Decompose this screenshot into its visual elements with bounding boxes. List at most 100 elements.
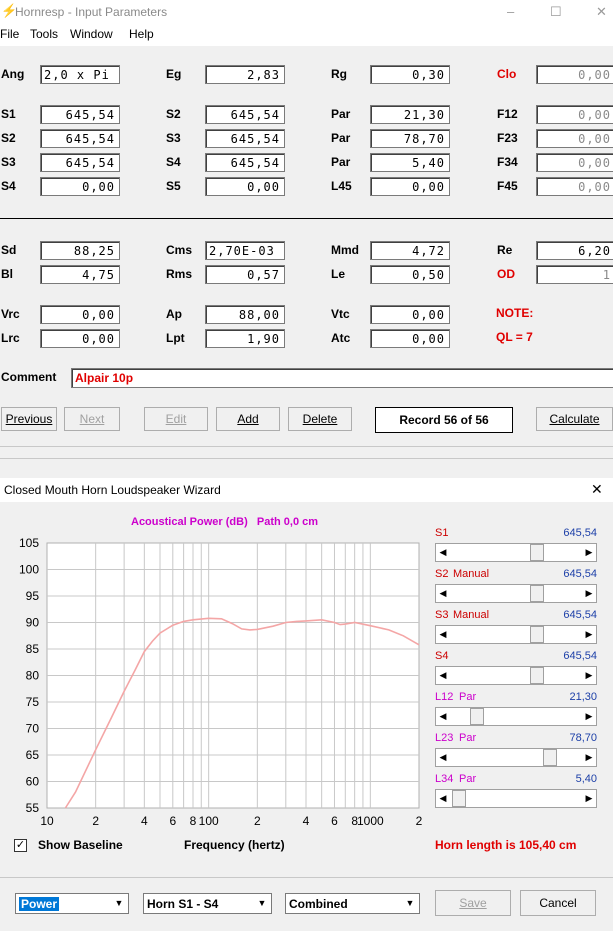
horn-select[interactable]: Horn S1 - S4 ▼ bbox=[143, 893, 272, 914]
y-tick-label: 65 bbox=[26, 748, 40, 762]
mode-select-value: Combined bbox=[289, 897, 348, 911]
param-field-s3b[interactable]: 645,54 bbox=[40, 153, 120, 172]
slider-thumb[interactable] bbox=[530, 544, 544, 561]
param-field-cms[interactable]: 2,70E-03 bbox=[205, 241, 285, 260]
param-field-f45[interactable]: 0,00 bbox=[536, 177, 613, 196]
slider-s1[interactable]: ◀ ▶ bbox=[435, 543, 597, 562]
arrow-left-icon[interactable]: ◀ bbox=[436, 667, 450, 684]
param-field-s5[interactable]: 0,00 bbox=[205, 177, 285, 196]
arrow-right-icon[interactable]: ▶ bbox=[582, 749, 596, 766]
mode-select[interactable]: Combined ▼ bbox=[285, 893, 420, 914]
arrow-left-icon[interactable]: ◀ bbox=[436, 708, 450, 725]
arrow-left-icon[interactable]: ◀ bbox=[436, 626, 450, 643]
slider-s3[interactable]: ◀ ▶ bbox=[435, 625, 597, 644]
delete-button[interactable]: Delete bbox=[288, 407, 352, 431]
param-label-atc: Atc bbox=[331, 331, 351, 345]
param-field-vrc[interactable]: 0,00 bbox=[40, 305, 120, 324]
param-field-par2[interactable]: 78,70 bbox=[370, 129, 450, 148]
param-label-s4a: S4 bbox=[166, 155, 181, 169]
slider-thumb[interactable] bbox=[530, 585, 544, 602]
slider-s2[interactable]: ◀ ▶ bbox=[435, 584, 597, 603]
maximize-button[interactable]: ☐ bbox=[550, 4, 562, 20]
cancel-button[interactable]: Cancel bbox=[520, 890, 596, 916]
param-label-mmd: Mmd bbox=[331, 243, 359, 257]
menu-file[interactable]: File bbox=[0, 27, 19, 41]
slider-thumb[interactable] bbox=[530, 626, 544, 643]
arrow-right-icon[interactable]: ▶ bbox=[582, 626, 596, 643]
slider-thumb[interactable] bbox=[452, 790, 466, 807]
show-baseline-checkbox[interactable]: ✓ bbox=[14, 839, 27, 852]
param-field-re[interactable]: 6,20 bbox=[536, 241, 613, 260]
param-field-od[interactable]: 1 bbox=[536, 265, 613, 284]
chevron-down-icon: ▼ bbox=[114, 898, 124, 908]
arrow-left-icon[interactable]: ◀ bbox=[436, 790, 450, 807]
param-field-le[interactable]: 0,50 bbox=[370, 265, 450, 284]
arrow-right-icon[interactable]: ▶ bbox=[582, 790, 596, 807]
close-button[interactable]: ✕ bbox=[596, 4, 607, 20]
arrow-right-icon[interactable]: ▶ bbox=[582, 667, 596, 684]
param-label-par2: Par bbox=[331, 131, 351, 145]
edit-button[interactable]: Edit bbox=[144, 407, 208, 431]
add-button[interactable]: Add bbox=[216, 407, 280, 431]
slider-thumb[interactable] bbox=[470, 708, 484, 725]
minimize-button[interactable]: – bbox=[507, 4, 514, 19]
param-field-atc[interactable]: 0,00 bbox=[370, 329, 450, 348]
param-field-mmd[interactable]: 4,72 bbox=[370, 241, 450, 260]
param-field-par3[interactable]: 5,40 bbox=[370, 153, 450, 172]
menu-help[interactable]: Help bbox=[129, 27, 154, 41]
slider-l34[interactable]: ◀ ▶ bbox=[435, 789, 597, 808]
slider-l12[interactable]: ◀ ▶ bbox=[435, 707, 597, 726]
param-field-vtc[interactable]: 0,00 bbox=[370, 305, 450, 324]
param-field-rms[interactable]: 0,57 bbox=[205, 265, 285, 284]
param-field-s3a[interactable]: 645,54 bbox=[205, 129, 285, 148]
slider-l23[interactable]: ◀ ▶ bbox=[435, 748, 597, 767]
param-field-f23[interactable]: 0,00 bbox=[536, 129, 613, 148]
next-button[interactable]: Next bbox=[64, 407, 120, 431]
save-button[interactable]: Save bbox=[435, 890, 511, 916]
menu-tools[interactable]: Tools bbox=[30, 27, 58, 41]
arrow-left-icon[interactable]: ◀ bbox=[436, 585, 450, 602]
wizard-close-button[interactable]: ✕ bbox=[591, 481, 603, 498]
horn-select-value: Horn S1 - S4 bbox=[147, 897, 219, 911]
slider-label-s4: S4 bbox=[435, 650, 449, 662]
param-field-sd[interactable]: 88,25 bbox=[40, 241, 120, 260]
calculate-button[interactable]: Calculate bbox=[536, 407, 613, 431]
x-tick-label: 8 bbox=[190, 814, 197, 828]
comment-field[interactable]: Alpair 10p bbox=[71, 368, 613, 388]
param-label-par1: Par bbox=[331, 107, 351, 121]
param-field-s2a[interactable]: 645,54 bbox=[205, 105, 285, 124]
arrow-left-icon[interactable]: ◀ bbox=[436, 544, 450, 561]
param-label-s2b: S2 bbox=[1, 131, 16, 145]
param-field-par1[interactable]: 21,30 bbox=[370, 105, 450, 124]
param-field-s4a[interactable]: 645,54 bbox=[205, 153, 285, 172]
param-field-eg[interactable]: 2,83 bbox=[205, 65, 285, 84]
slider-thumb[interactable] bbox=[543, 749, 557, 766]
slider-thumb[interactable] bbox=[530, 667, 544, 684]
param-field-clo[interactable]: 0,00 bbox=[536, 65, 613, 84]
menu-window[interactable]: Window bbox=[70, 27, 113, 41]
param-field-s2b[interactable]: 645,54 bbox=[40, 129, 120, 148]
arrow-right-icon[interactable]: ▶ bbox=[582, 544, 596, 561]
ql-note: QL = 7 bbox=[496, 330, 533, 344]
slider-value-s3: 645,54 bbox=[563, 609, 597, 621]
param-field-bl[interactable]: 4,75 bbox=[40, 265, 120, 284]
param-field-f12[interactable]: 0,00 bbox=[536, 105, 613, 124]
param-label-ap: Ap bbox=[166, 307, 182, 321]
param-field-ang[interactable]: 2,0 x Pi bbox=[40, 65, 120, 84]
plot-type-select[interactable]: Power ▼ bbox=[15, 893, 129, 914]
param-field-s1[interactable]: 645,54 bbox=[40, 105, 120, 124]
arrow-left-icon[interactable]: ◀ bbox=[436, 749, 450, 766]
param-label-vrc: Vrc bbox=[1, 307, 20, 321]
arrow-right-icon[interactable]: ▶ bbox=[582, 708, 596, 725]
param-field-s4b[interactable]: 0,00 bbox=[40, 177, 120, 196]
x-tick-label: 10 bbox=[40, 814, 54, 828]
param-field-rg[interactable]: 0,30 bbox=[370, 65, 450, 84]
arrow-right-icon[interactable]: ▶ bbox=[582, 585, 596, 602]
previous-button[interactable]: Previous bbox=[1, 407, 57, 431]
slider-s4[interactable]: ◀ ▶ bbox=[435, 666, 597, 685]
param-field-f34[interactable]: 0,00 bbox=[536, 153, 613, 172]
param-field-ap[interactable]: 88,00 bbox=[205, 305, 285, 324]
param-field-lrc[interactable]: 0,00 bbox=[40, 329, 120, 348]
param-field-l45[interactable]: 0,00 bbox=[370, 177, 450, 196]
param-field-lpt[interactable]: 1,90 bbox=[205, 329, 285, 348]
